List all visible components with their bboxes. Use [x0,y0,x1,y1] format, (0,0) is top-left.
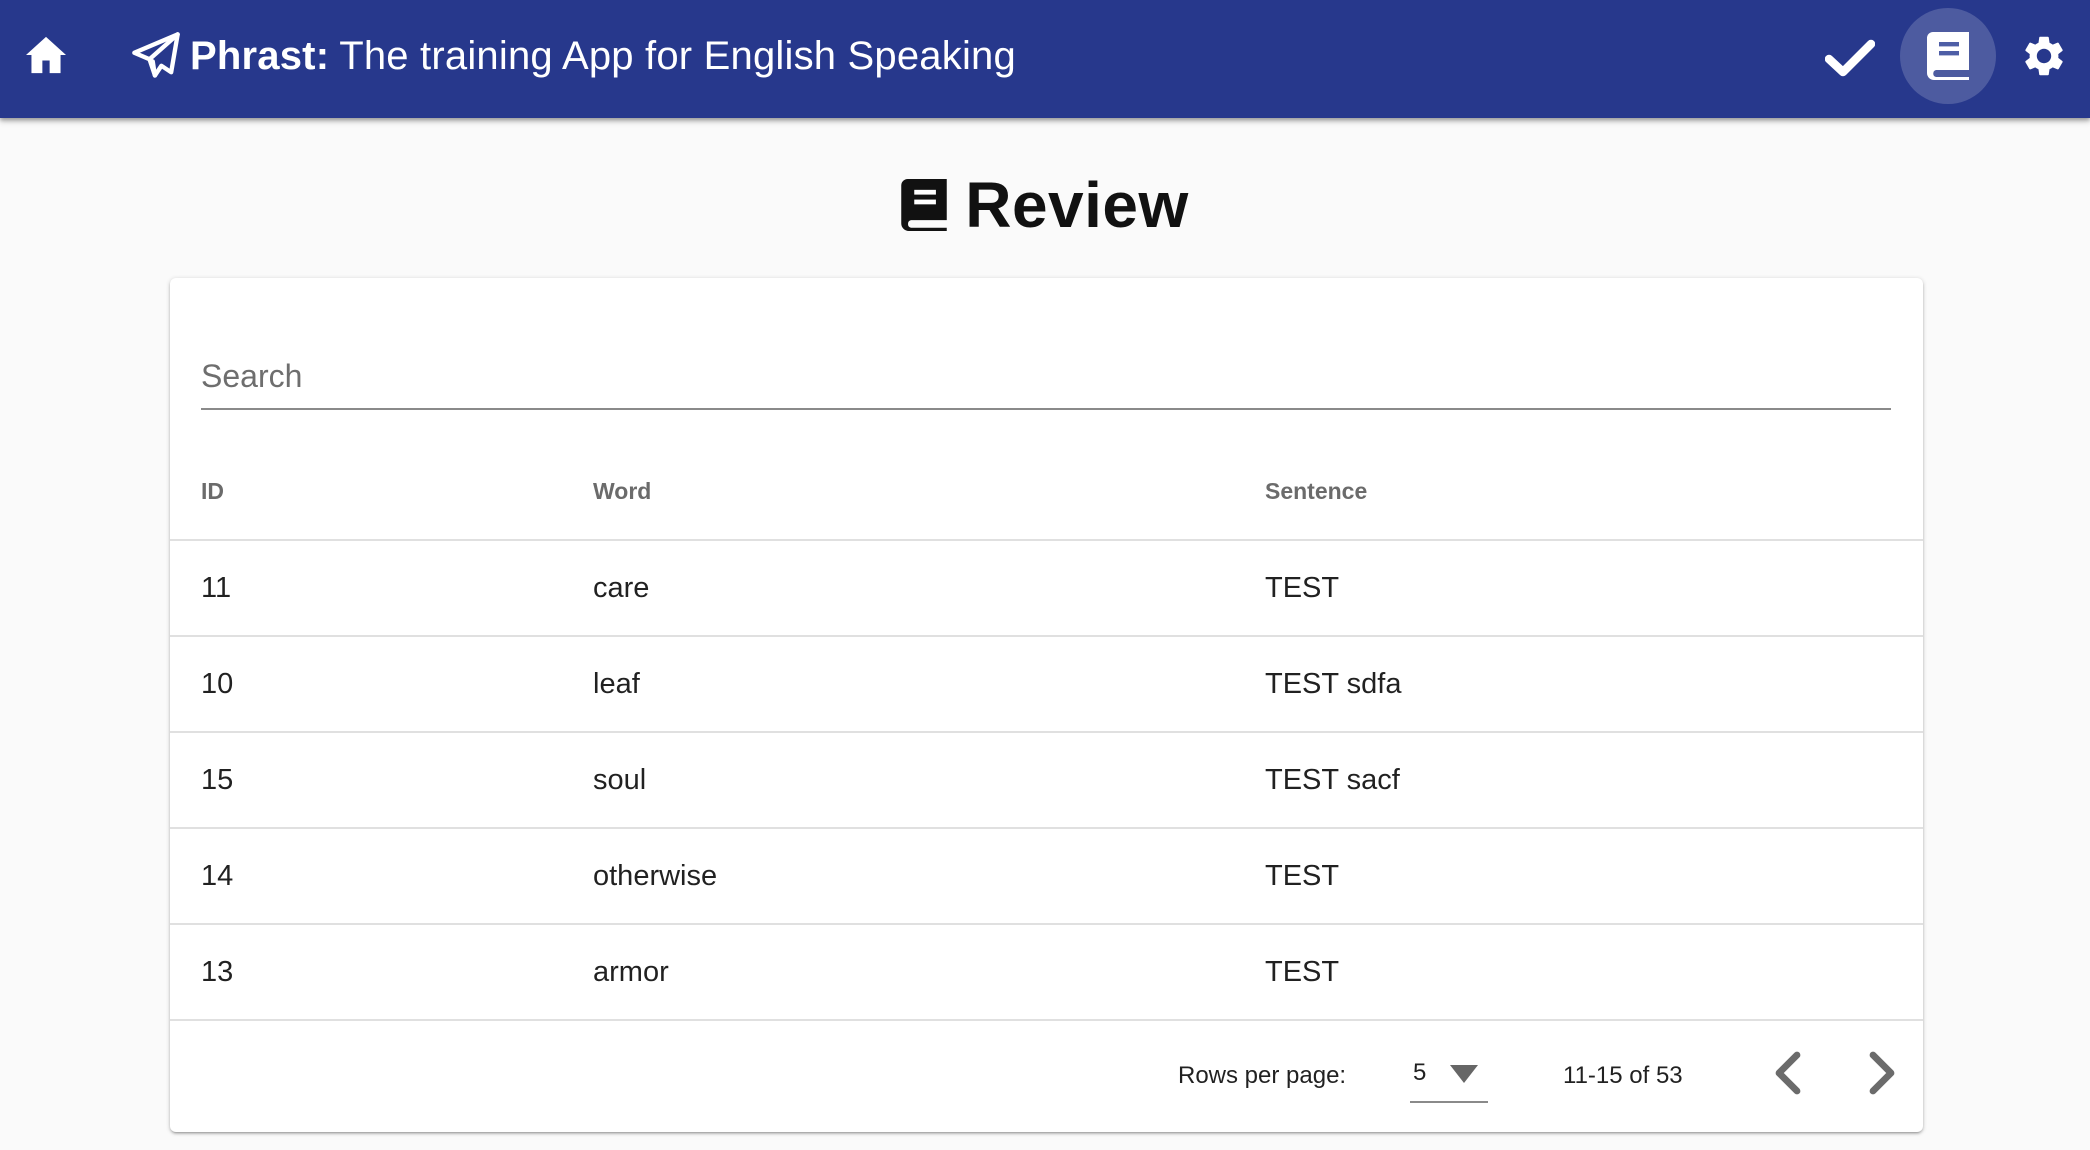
chevron-right-icon [1869,1051,1895,1095]
cell-sentence: TEST [1265,955,1340,988]
table-row[interactable]: 10 leaf TEST sdfa [170,637,1923,733]
cell-word: soul [593,763,647,796]
table-pagination: Rows per page: 5 11-15 of 53 [170,1023,1923,1132]
caret-down-icon [1450,1065,1478,1083]
gear-icon [2025,36,2063,76]
column-header-id[interactable]: ID [201,443,224,539]
settings-button[interactable] [2010,22,2078,90]
app-bar: Phrast: The training App for English Spe… [0,0,2090,118]
previous-page-button[interactable] [1756,1043,1816,1103]
practice-button[interactable] [1812,20,1888,96]
search-field[interactable] [201,348,1891,410]
search-input[interactable] [201,348,1891,404]
table-row[interactable]: 15 soul TEST sacf [170,733,1923,829]
cell-sentence: TEST sdfa [1265,667,1402,700]
rows-per-page-select[interactable]: 5 [1410,1045,1488,1103]
review-nav-button[interactable] [1900,8,1996,104]
cell-word: care [593,571,650,604]
review-table-card: ID Word Sentence 11 care TEST 10 leaf TE… [170,278,1923,1132]
brand-name: Phrast: [190,33,330,78]
cell-id: 13 [201,955,234,988]
cell-id: 10 [201,667,234,700]
pagination-range: 11-15 of 53 [1563,1062,1683,1089]
table-row[interactable]: 13 armor TEST [170,925,1923,1021]
table-row[interactable]: 11 care TEST [170,541,1923,637]
table-body: 11 care TEST 10 leaf TEST sdfa 15 soul T… [170,541,1923,1021]
cell-word: leaf [593,667,640,700]
brand-tagline: The training App for English Speaking [339,33,1016,78]
cell-sentence: TEST [1265,571,1340,604]
page-title: Review [965,169,1189,241]
cell-word: armor [593,955,669,988]
rows-per-page-value: 5 [1413,1059,1427,1086]
paper-plane-icon [132,32,180,78]
home-icon [26,36,66,74]
check-icon [1825,39,1875,77]
brand[interactable]: Phrast: The training App for English Spe… [130,26,1016,86]
home-button[interactable] [14,23,78,87]
cell-id: 15 [201,763,234,796]
table-row[interactable]: 14 otherwise TEST [170,829,1923,925]
table-header: ID Word Sentence [170,443,1923,541]
cell-sentence: TEST sacf [1265,763,1400,796]
column-header-word[interactable]: Word [593,443,651,539]
next-page-button[interactable] [1854,1043,1914,1103]
column-header-sentence[interactable]: Sentence [1265,443,1367,539]
cell-sentence: TEST [1265,859,1340,892]
chevron-left-icon [1775,1051,1801,1095]
cell-id: 11 [201,571,232,604]
rows-per-page-label: Rows per page: [1178,1062,1347,1089]
book-icon [1927,32,1969,80]
cell-id: 14 [201,859,234,892]
cell-word: otherwise [593,859,718,892]
page-heading: Review [0,160,2090,250]
book-icon [901,179,947,231]
